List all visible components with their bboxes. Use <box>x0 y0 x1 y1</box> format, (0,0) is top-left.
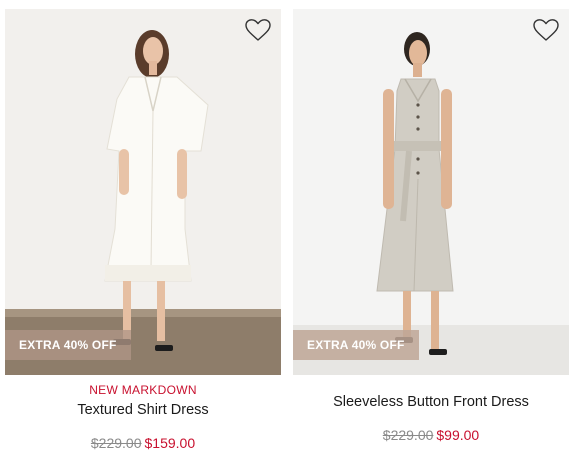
heart-outline-icon <box>245 19 271 41</box>
original-price: $229.00 <box>90 435 142 451</box>
product-image-link[interactable]: EXTRA 40% OFF <box>5 9 281 375</box>
discount-badge: EXTRA 40% OFF <box>5 330 131 360</box>
price: $229.00 $99.00 <box>293 426 569 444</box>
price: $229.00 $159.00 <box>5 434 281 452</box>
product-image-link[interactable]: EXTRA 40% OFF <box>293 9 569 375</box>
sale-price: $99.00 <box>436 427 480 443</box>
product-photo <box>5 9 281 375</box>
product-card[interactable]: EXTRA 40% OFF NEW MARKDOWN Textured Shir… <box>5 9 281 452</box>
product-card[interactable]: EXTRA 40% OFF Sleeveless Button Front Dr… <box>293 9 569 444</box>
sale-price: $159.00 <box>144 435 196 451</box>
discount-badge: EXTRA 40% OFF <box>293 330 419 360</box>
product-photo <box>293 9 569 375</box>
wishlist-button[interactable] <box>243 16 273 44</box>
heart-outline-icon <box>533 19 559 41</box>
wishlist-button[interactable] <box>531 16 561 44</box>
markdown-flag: NEW MARKDOWN <box>89 383 197 397</box>
product-name-link[interactable]: Textured Shirt Dress <box>5 401 281 419</box>
product-name-link[interactable]: Sleeveless Button Front Dress <box>293 393 569 411</box>
original-price: $229.00 <box>382 427 434 443</box>
